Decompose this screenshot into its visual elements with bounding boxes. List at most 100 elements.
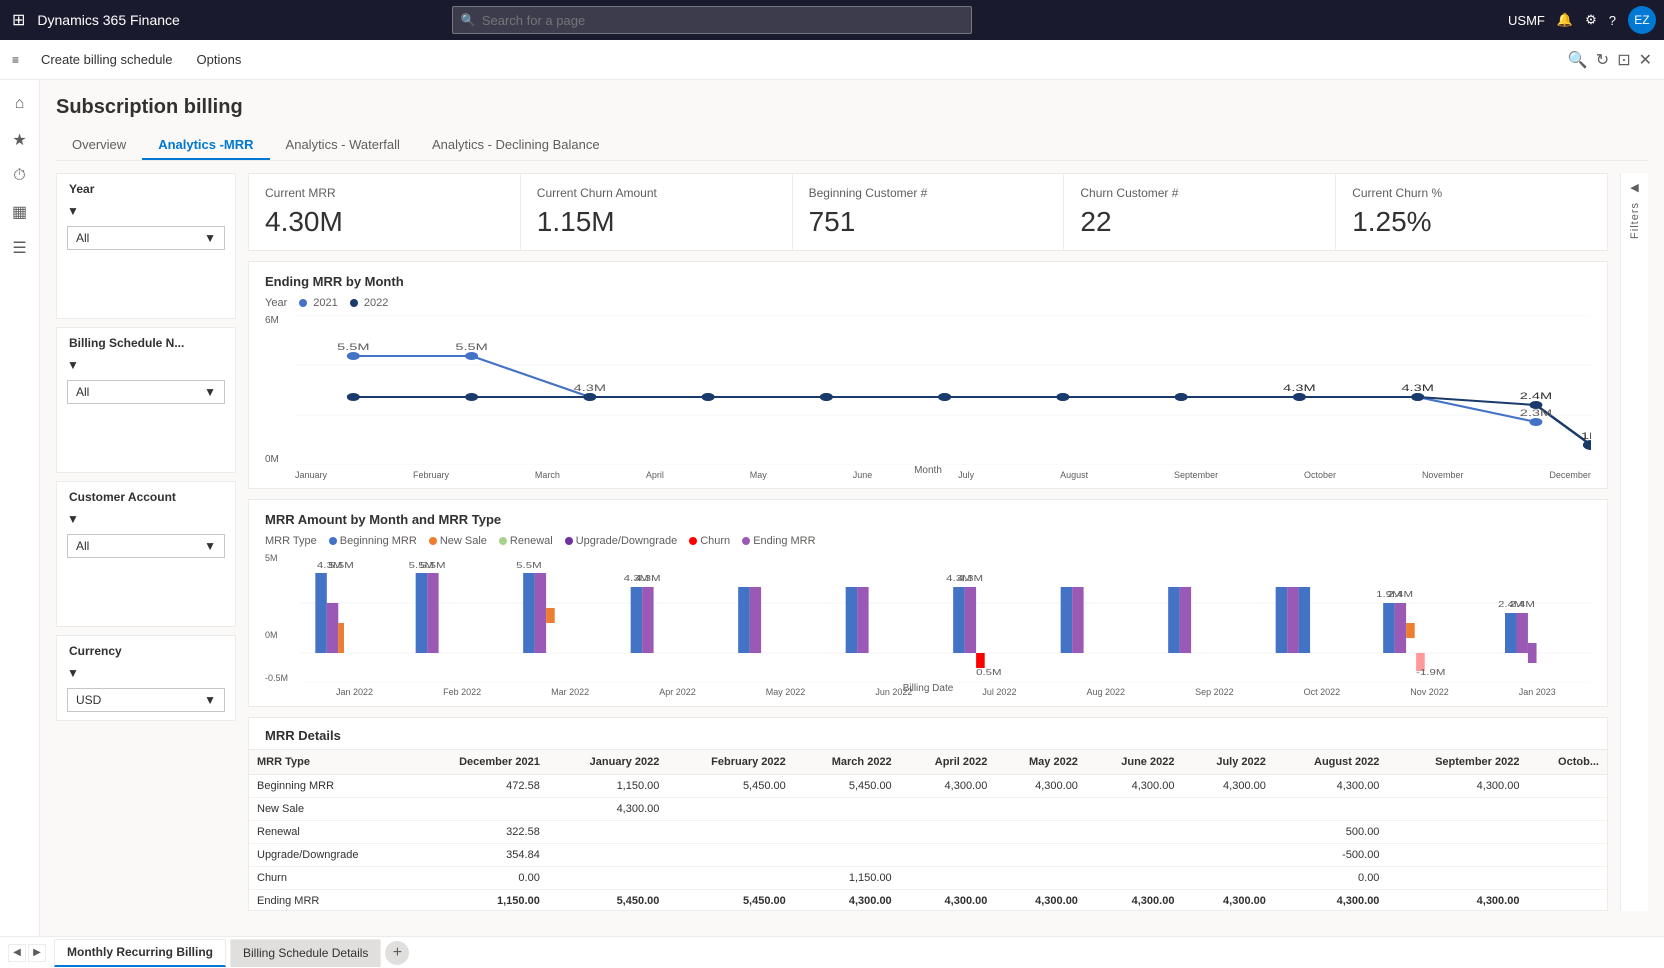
kpi-churn-amount: Current Churn Amount 1.15M [521,174,793,250]
open-in-new-icon[interactable]: ⊡ [1617,50,1630,70]
year-filter-dropdown[interactable]: All ▼ [67,226,225,250]
bell-icon[interactable]: 🔔 [1557,12,1573,28]
legend-dot-2021 [299,299,307,307]
search-icon-nav[interactable]: 🔍 [1568,50,1588,70]
kpi-churn-customer: Churn Customer # 22 [1064,174,1336,250]
left-sidebar: ⌂ ★ ⏱ ▦ ☰ [0,80,40,936]
legend-ending-mrr: Ending MRR [742,535,815,547]
mrr-legend-type-label: MRR Type [265,535,317,547]
waffle-icon[interactable]: ⊞ [8,6,29,34]
kpi-beginning-customer-value: 751 [809,206,1048,238]
bar-chart-svg: 4.3M 5.5M 5.5M 5.5M [301,553,1591,683]
top-navigation-bar: ⊞ Dynamics 365 Finance 🔍 USMF 🔔 ⚙ ? EZ [0,0,1664,40]
kpi-current-churn-pct: Current Churn % 1.25% [1336,174,1607,250]
svg-text:5.5M: 5.5M [516,562,541,571]
svg-text:-1.9M: -1.9M [1416,669,1445,678]
mrr-y-axis: 5M 0M -0.5M [265,553,301,683]
chevron-left-icon[interactable]: ◀ [1630,181,1638,194]
billing-filter-dropdown[interactable]: All ▼ [67,380,225,404]
billing-filter-value: All [76,385,89,399]
svg-text:4.3M: 4.3M [1401,383,1433,393]
col-jul2022: July 2022 [1182,750,1273,775]
nav-right-icons: 🔍 ↻ ⊡ ✕ [1568,50,1652,70]
svg-text:1M: 1M [1581,431,1591,441]
search-icon: 🔍 [461,13,476,27]
tab-analytics-mrr[interactable]: Analytics -MRR [142,131,269,160]
currency-filter-expand-icon: ▼ [67,666,79,680]
add-sheet-button[interactable]: + [385,941,409,965]
kpi-current-churn-pct-label: Current Churn % [1352,186,1591,200]
customer-filter-dropdown[interactable]: All ▼ [67,534,225,558]
customer-filter-chevron: ▼ [204,539,216,553]
right-main-content: Current MRR 4.30M Current Churn Amount 1… [248,173,1608,911]
line-chart-svg: 5.5M 5.5M 4.3M 2.3M 4.3M 4.3M 2.4M 1M [295,315,1591,465]
svg-text:5.5M: 5.5M [455,342,487,352]
currency-filter-expand[interactable]: ▼ [57,662,235,688]
user-avatar[interactable]: EZ [1628,6,1656,34]
billing-filter-expand[interactable]: ▼ [57,354,235,380]
mrr-details-table: MRR Type December 2021 January 2022 Febr… [249,750,1607,910]
legend-churn: Churn [689,535,730,547]
year-filter-label: Year [57,174,235,200]
legend-renewal: Renewal [499,535,553,547]
kpi-beginning-customer: Beginning Customer # 751 [793,174,1065,250]
customer-filter-expand[interactable]: ▼ [57,508,235,534]
secondary-nav: ≡ Create billing schedule Options 🔍 ↻ ⊡ … [0,40,1664,80]
col-dec2021: December 2021 [413,750,548,775]
home-icon[interactable]: ⌂ [4,88,36,120]
currency-filter-dropdown[interactable]: USD ▼ [67,688,225,712]
mrr-x-axis-labels: Jan 2022Feb 2022Mar 2022Apr 2022May 2022… [301,687,1591,697]
mrr-details-title: MRR Details [249,718,1607,750]
legend-dot-2022 [350,299,358,307]
help-icon[interactable]: ? [1609,13,1616,28]
close-icon[interactable]: ✕ [1639,50,1652,70]
table-header-row: MRR Type December 2021 January 2022 Febr… [249,750,1607,775]
user-label: USMF [1508,13,1545,28]
main-layout: ⌂ ★ ⏱ ▦ ☰ Subscription billing Overview … [0,80,1664,936]
tab-bar: Overview Analytics -MRR Analytics - Wate… [56,131,1648,161]
legend-beginning-mrr: Beginning MRR [329,535,417,547]
bottom-tab-monthly-recurring[interactable]: Monthly Recurring Billing [54,939,226,967]
svg-text:4.3M: 4.3M [635,575,660,584]
svg-text:4.3M: 4.3M [958,575,983,584]
scroll-right-arrow[interactable]: ▶ [28,944,46,962]
top-search-box[interactable]: 🔍 [452,6,972,34]
year-filter-chevron: ▼ [204,231,216,245]
currency-filter-chevron: ▼ [204,693,216,707]
favorites-icon[interactable]: ★ [4,124,36,156]
legend-year-label: Year [265,297,287,309]
bottom-tab-billing-schedule-details[interactable]: Billing Schedule Details [230,939,381,967]
search-input[interactable] [482,13,963,28]
tab-analytics-declining[interactable]: Analytics - Declining Balance [416,131,616,160]
bottom-tab-bar: ◀ ▶ Monthly Recurring Billing Billing Sc… [0,936,1664,968]
col-aug2022: August 2022 [1274,750,1388,775]
app-name: Dynamics 365 Finance [37,12,179,28]
ending-mrr-legend: Year 2021 2022 [265,297,1591,309]
table-row: Ending MRR 1,150.00 5,450.00 5,450.00 4,… [249,890,1607,911]
year-filter-expand[interactable]: ▼ [57,200,235,226]
scroll-left-arrow[interactable]: ◀ [8,944,26,962]
y-axis-labels: 6M 0M [265,315,295,465]
mrr-details-table-wrapper[interactable]: MRR Type December 2021 January 2022 Febr… [249,750,1607,910]
table-row: Upgrade/Downgrade 354.84 [249,844,1607,867]
svg-text:2.3M: 2.3M [1520,408,1552,418]
hamburger-menu[interactable]: ≡ [12,53,19,67]
svg-text:0.5M: 0.5M [976,669,1001,678]
options-nav[interactable]: Options [187,48,252,71]
col-mrr-type: MRR Type [249,750,413,775]
legend-new-sale: New Sale [429,535,487,547]
tab-analytics-waterfall[interactable]: Analytics - Waterfall [270,131,416,160]
recent-icon[interactable]: ⏱ [4,160,36,192]
settings-icon[interactable]: ⚙ [1585,12,1597,28]
filters-right-panel[interactable]: ◀ Filters [1620,173,1648,911]
refresh-icon[interactable]: ↻ [1596,50,1609,70]
kpi-current-mrr-label: Current MRR [265,186,504,200]
create-billing-schedule-nav[interactable]: Create billing schedule [31,48,183,71]
svg-text:5.5M: 5.5M [337,342,369,352]
workspaces-icon[interactable]: ▦ [4,196,36,228]
modules-icon[interactable]: ☰ [4,232,36,264]
col-apr2022: April 2022 [900,750,996,775]
tab-overview[interactable]: Overview [56,131,142,160]
customer-filter-value: All [76,539,89,553]
svg-text:4.3M: 4.3M [574,383,606,393]
